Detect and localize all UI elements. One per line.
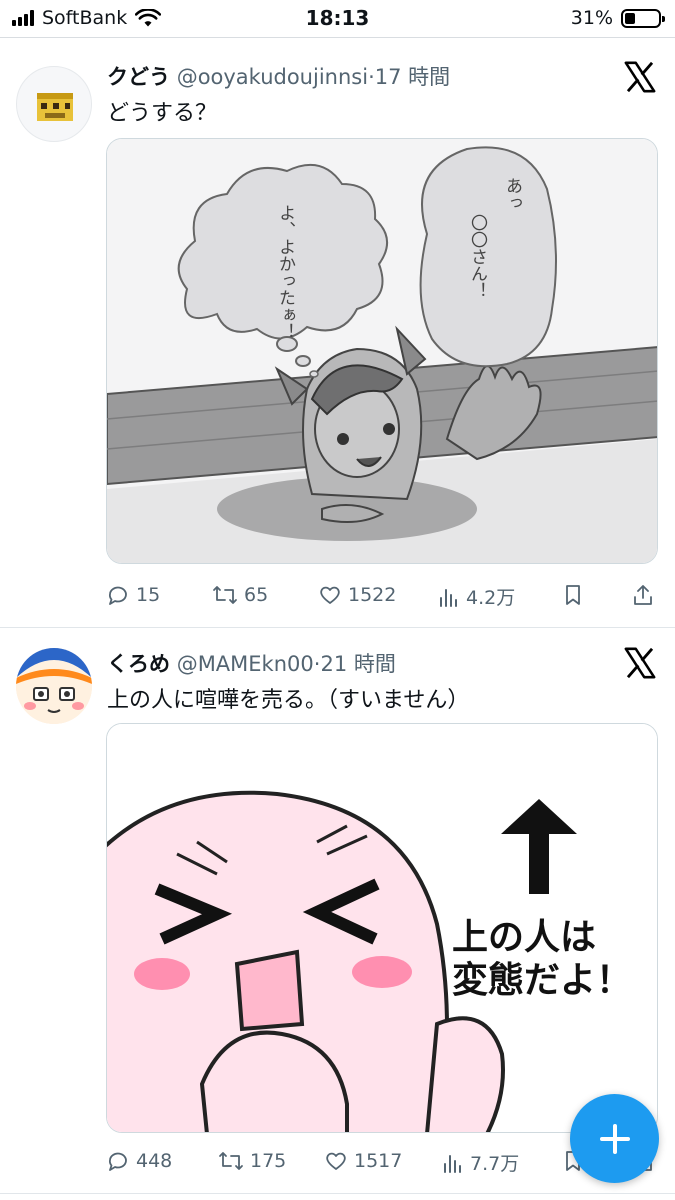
tweet-divider (0, 1193, 675, 1194)
retweet-icon (213, 586, 237, 604)
tweet[interactable]: クどう @ooyakudoujinnsi·17 時間 どうする？ よ、よかったぁ… (0, 38, 675, 628)
view-count: 7.7万 (470, 1153, 520, 1175)
tweet-text: どうする？ (107, 101, 218, 126)
cartoon-illustration: 上の人は 変態だよ！ (107, 724, 657, 1132)
reply-count: 448 (136, 1150, 173, 1172)
bookmark-button[interactable] (562, 583, 584, 607)
image-caption-line1: 上の人は (452, 917, 596, 958)
timestamp[interactable]: 17 時間 (375, 65, 450, 89)
tweet[interactable]: くろめ @MAMEkn00·21 時間 上の人に喧嘩を売る。（すいません） 上の… (0, 628, 675, 1200)
heart-icon (326, 1152, 346, 1170)
separator-dot: · (368, 65, 375, 89)
views-icon (444, 1154, 461, 1173)
handle[interactable]: @ooyakudoujinnsi (177, 65, 368, 89)
heart-icon (320, 586, 340, 604)
tweet-header: くろめ @MAMEkn00·21 時間 (107, 648, 396, 678)
battery-icon (621, 8, 665, 28)
reply-icon (108, 586, 127, 605)
tweet-actions: 15 65 1522 4.2万 (106, 583, 658, 613)
views-button[interactable]: 7.7万 (442, 1149, 519, 1176)
share-button[interactable] (632, 583, 654, 607)
retweet-button[interactable]: 175 (218, 1149, 286, 1173)
display-name[interactable]: クどう (107, 65, 170, 89)
bubble-right-text-1: あっ (502, 177, 522, 211)
reply-button[interactable]: 448 (106, 1149, 172, 1173)
avatar[interactable] (16, 648, 92, 724)
retweet-count: 175 (250, 1150, 287, 1172)
retweet-count: 65 (244, 584, 269, 606)
bookmark-icon (566, 585, 580, 605)
status-right: 31% (570, 7, 665, 29)
bubble-left-text: よ、よかったぁ！ (275, 204, 295, 340)
reply-button[interactable]: 15 (106, 583, 160, 607)
status-bar: SoftBank 18:13 31% (0, 0, 675, 38)
x-logo-icon (624, 647, 656, 679)
like-button[interactable]: 1522 (318, 583, 396, 607)
display-name[interactable]: くろめ (107, 652, 170, 676)
views-icon (440, 588, 457, 607)
retweet-button[interactable]: 65 (212, 583, 268, 607)
bubble-right-text-2: 〇〇さん！ (467, 214, 488, 299)
avatar-image (16, 648, 92, 724)
retweet-icon (219, 1152, 243, 1170)
tweet-text: 上の人に喧嘩を売る。（すいません） (107, 688, 470, 713)
compose-tweet-button[interactable] (570, 1094, 659, 1183)
reply-icon (108, 1152, 127, 1171)
tweet-image[interactable]: 上の人は 変態だよ！ (106, 723, 658, 1133)
x-logo-icon (624, 61, 656, 93)
tweet-image[interactable]: よ、よかったぁ！ あっ 〇〇さん！ (106, 138, 658, 564)
like-button[interactable]: 1517 (324, 1149, 402, 1173)
tweet-header: クどう @ooyakudoujinnsi·17 時間 (107, 61, 450, 91)
share-icon (634, 585, 652, 605)
manga-illustration: よ、よかったぁ！ あっ 〇〇さん！ (107, 139, 657, 563)
avatar-image (37, 93, 73, 121)
reply-count: 15 (136, 584, 161, 606)
timestamp[interactable]: 21 時間 (320, 652, 395, 676)
view-count: 4.2万 (466, 587, 516, 609)
plus-icon (599, 1123, 630, 1154)
like-count: 1517 (354, 1150, 403, 1172)
battery-percent: 31% (570, 7, 613, 29)
handle[interactable]: @MAMEkn00 (177, 652, 314, 676)
image-caption-line2: 変態だよ！ (452, 959, 632, 1001)
avatar[interactable] (16, 66, 92, 142)
views-button[interactable]: 4.2万 (438, 583, 515, 610)
battery-level-fill (625, 12, 635, 24)
like-count: 1522 (348, 584, 397, 606)
